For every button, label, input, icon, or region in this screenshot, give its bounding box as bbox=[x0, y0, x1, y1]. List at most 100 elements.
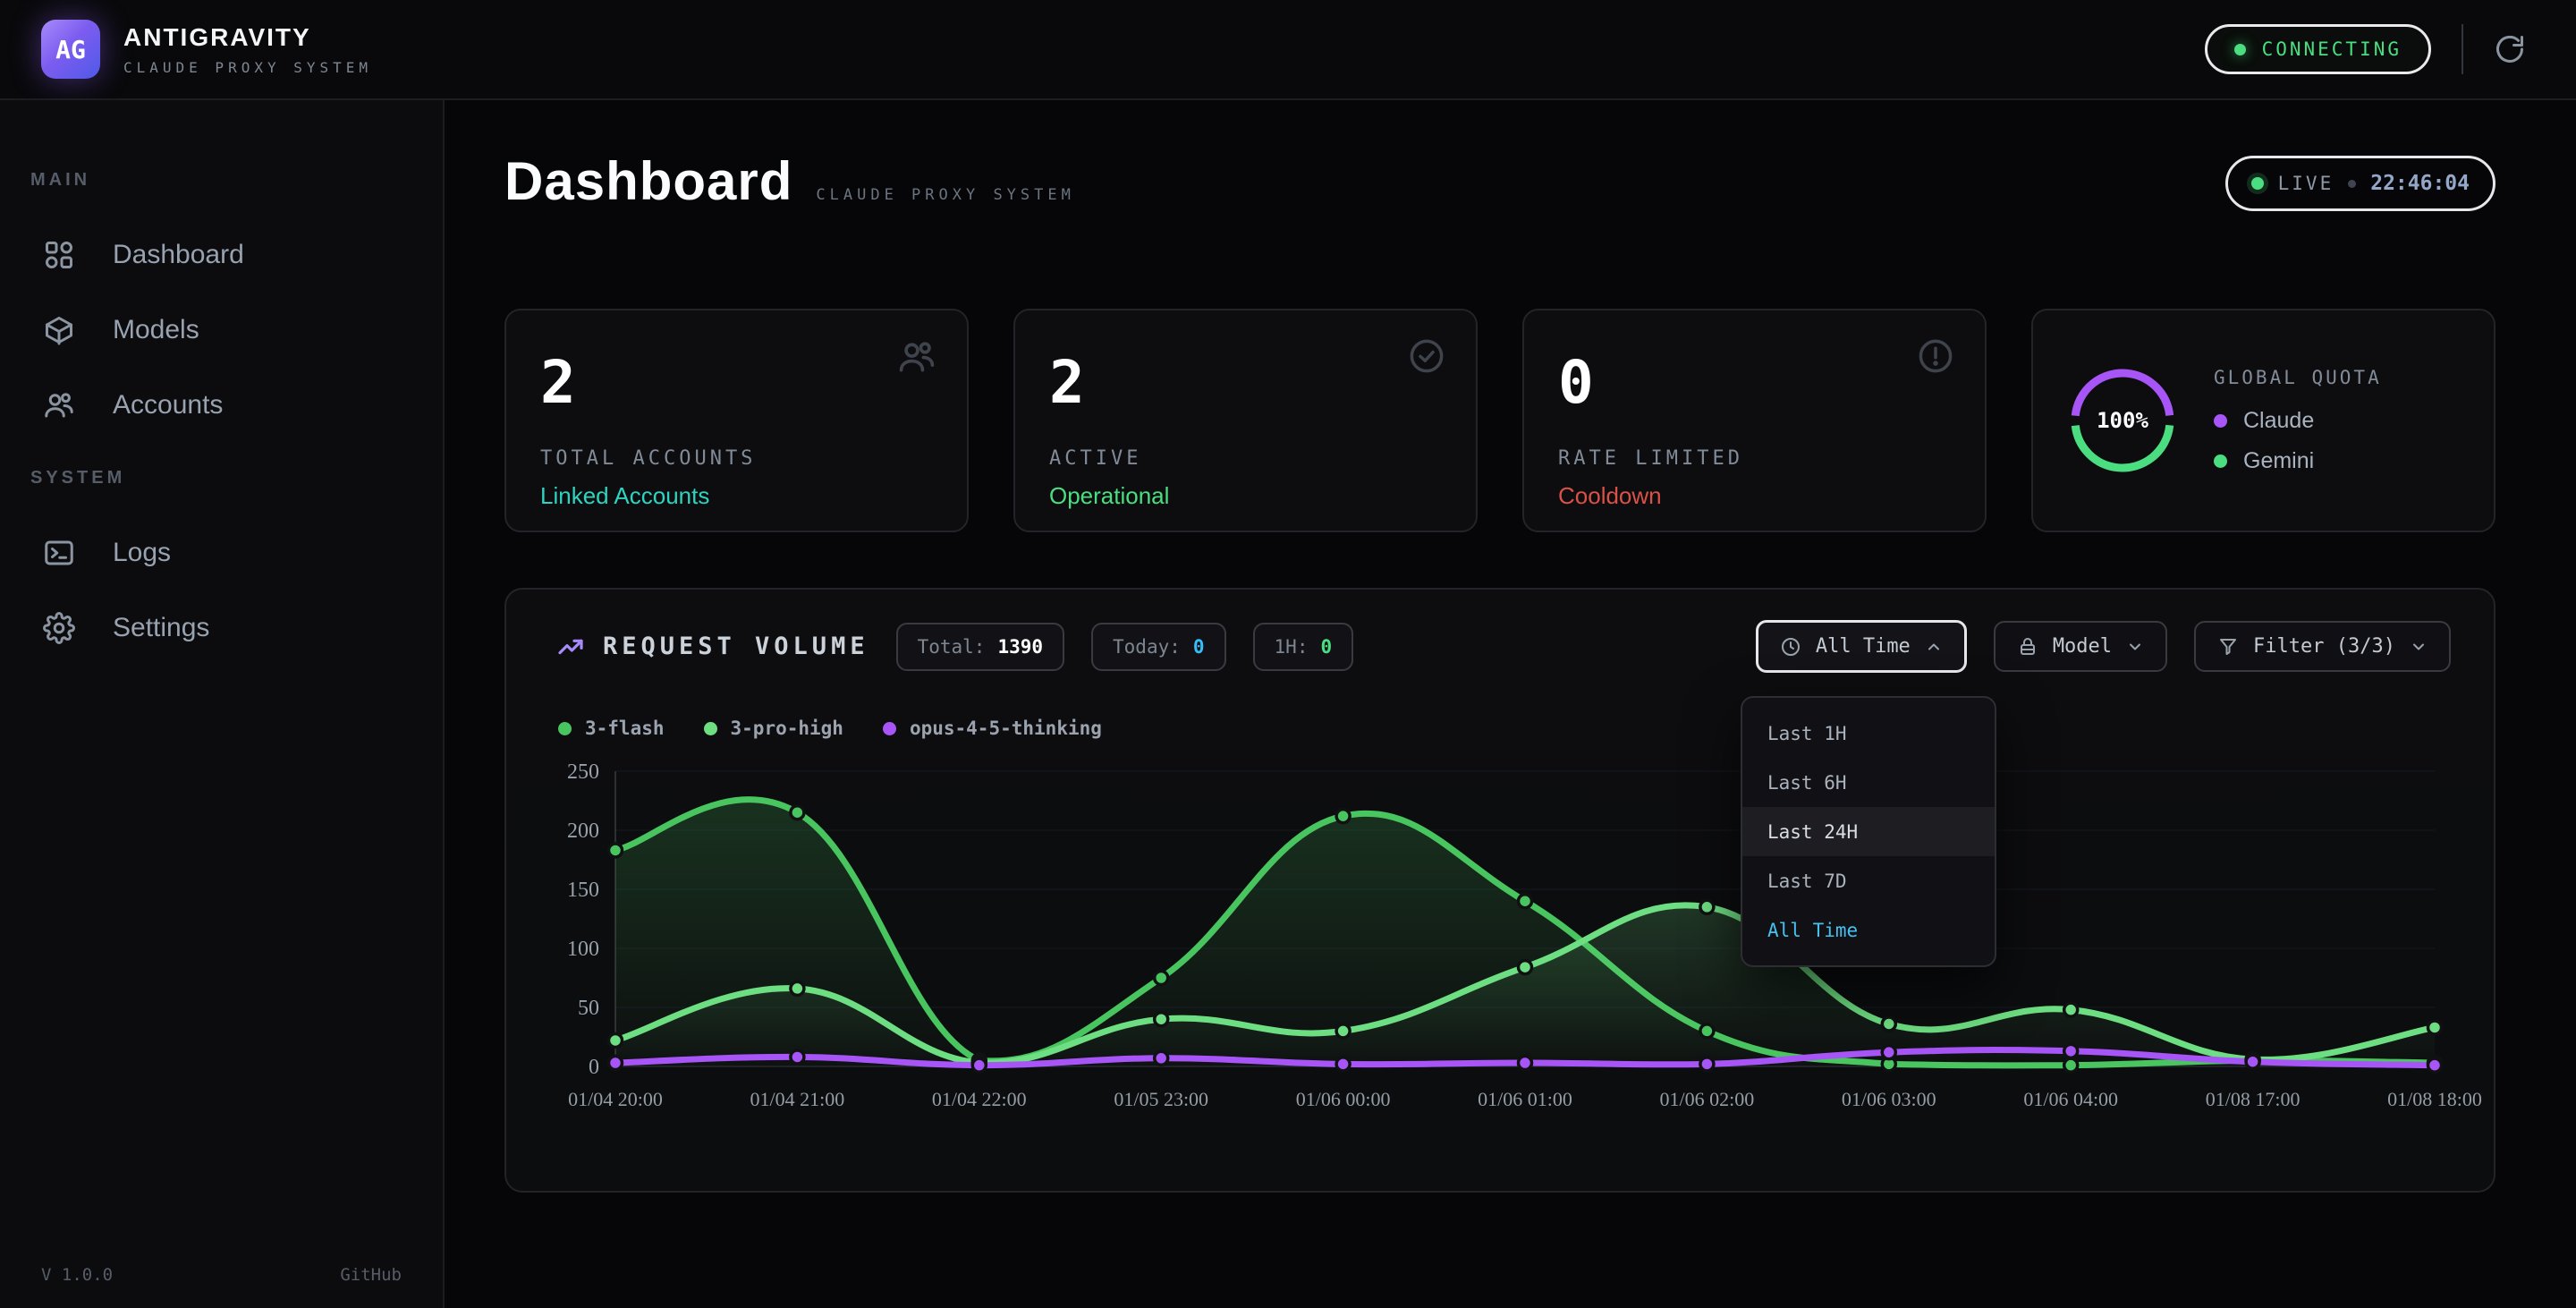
live-dot-icon bbox=[2251, 177, 2264, 190]
refresh-icon bbox=[2494, 33, 2526, 65]
app-title: ANTIGRAVITY bbox=[123, 23, 372, 52]
request-volume-panel: REQUEST VOLUME Total: 1390 Today: 0 1H: … bbox=[504, 588, 2496, 1193]
quota-ring: 100% bbox=[2067, 365, 2178, 476]
sidebar-section-label: SYSTEM bbox=[30, 468, 412, 488]
chip-value: 0 bbox=[1193, 636, 1205, 658]
legend-dot-icon bbox=[704, 722, 717, 735]
stat-sublabel: Cooldown bbox=[1558, 482, 1951, 510]
stat-value: 2 bbox=[540, 348, 933, 417]
github-link[interactable]: GitHub bbox=[340, 1265, 402, 1285]
chevron-down-icon bbox=[2126, 638, 2144, 656]
time-range-button[interactable]: All Time bbox=[1756, 620, 1967, 673]
funnel-icon bbox=[2217, 636, 2239, 658]
today-chip: Today: 0 bbox=[1091, 623, 1226, 671]
sidebar-item-settings[interactable]: Settings bbox=[30, 590, 412, 666]
svg-text:01/05 23:00: 01/05 23:00 bbox=[1114, 1088, 1208, 1110]
chip-label: Today: bbox=[1113, 636, 1181, 658]
card-total-accounts: 2 TOTAL ACCOUNTS Linked Accounts bbox=[504, 309, 969, 532]
users-icon bbox=[897, 337, 936, 377]
card-active: 2 ACTIVE Operational bbox=[1013, 309, 1478, 532]
quota-legend-label: Gemini bbox=[2243, 448, 2314, 474]
version-label: V 1.0.0 bbox=[41, 1265, 113, 1285]
legend-item[interactable]: 3-pro-high bbox=[704, 718, 843, 739]
users-icon bbox=[43, 389, 75, 421]
check-circle-icon bbox=[1408, 337, 1445, 375]
connection-status-badge: CONNECTING bbox=[2205, 24, 2431, 74]
sidebar-item-label: Accounts bbox=[113, 390, 223, 420]
chevron-down-icon bbox=[2410, 638, 2428, 656]
chip-value: 0 bbox=[1320, 636, 1332, 658]
legend-label: opus-4-5-thinking bbox=[910, 718, 1102, 739]
svg-text:100: 100 bbox=[567, 938, 599, 961]
page-subtitle: CLAUDE PROXY SYSTEM bbox=[816, 186, 1074, 204]
topbar-right: CONNECTING bbox=[2205, 24, 2526, 74]
filter-label: Filter (3/3) bbox=[2253, 635, 2395, 658]
sidebar: MAIN Dashboard Models Accounts bbox=[0, 100, 445, 1308]
svg-text:01/06 00:00: 01/06 00:00 bbox=[1296, 1088, 1391, 1110]
dropdown-item[interactable]: Last 6H bbox=[1742, 758, 1995, 807]
trending-up-icon bbox=[556, 633, 585, 661]
sidebar-section-label: MAIN bbox=[30, 170, 412, 191]
panel-title-wrap: REQUEST VOLUME bbox=[556, 633, 869, 661]
svg-text:50: 50 bbox=[578, 997, 599, 1020]
stat-cards-row: 2 TOTAL ACCOUNTS Linked Accounts 2 ACTIV… bbox=[504, 309, 2496, 532]
quota-legend-claude: Claude bbox=[2214, 408, 2382, 434]
clock-icon bbox=[1780, 636, 1801, 658]
svg-text:01/06 03:00: 01/06 03:00 bbox=[1842, 1088, 1936, 1110]
stat-value: 2 bbox=[1049, 348, 1442, 417]
sidebar-item-logs[interactable]: Logs bbox=[30, 515, 412, 590]
sidebar-item-accounts[interactable]: Accounts bbox=[30, 368, 412, 443]
quota-percent: 100% bbox=[2067, 365, 2178, 476]
quota-legend-label: Claude bbox=[2243, 408, 2314, 434]
app-subtitle: CLAUDE PROXY SYSTEM bbox=[123, 59, 372, 76]
brand-text: ANTIGRAVITY CLAUDE PROXY SYSTEM bbox=[123, 23, 372, 76]
cube-icon bbox=[43, 314, 75, 346]
alert-circle-icon bbox=[1917, 337, 1954, 375]
chip-value: 1390 bbox=[997, 636, 1043, 658]
legend-item[interactable]: opus-4-5-thinking bbox=[883, 718, 1102, 739]
sidebar-item-dashboard[interactable]: Dashboard bbox=[30, 217, 412, 293]
legend-dot-icon bbox=[558, 722, 572, 735]
page-title: Dashboard bbox=[504, 150, 792, 212]
chip-label: Total: bbox=[918, 636, 986, 658]
topbar-divider bbox=[2462, 24, 2463, 74]
legend-dot-icon bbox=[883, 722, 896, 735]
gear-icon bbox=[43, 612, 75, 644]
dropdown-item[interactable]: Last 1H bbox=[1742, 709, 1995, 758]
terminal-icon bbox=[43, 537, 75, 569]
live-clock: 22:46:04 bbox=[2370, 172, 2470, 195]
time-range-dropdown: Last 1HLast 6HLast 24HLast 7DAll Time bbox=[1741, 696, 1996, 967]
total-chip: Total: 1390 bbox=[896, 623, 1064, 671]
quota-label: GLOBAL QUOTA bbox=[2214, 367, 2382, 388]
sidebar-section-main: MAIN Dashboard Models Accounts bbox=[0, 170, 443, 443]
separator-dot-icon bbox=[2348, 180, 2356, 188]
svg-text:01/08 18:00: 01/08 18:00 bbox=[2387, 1088, 2482, 1110]
svg-text:01/06 02:00: 01/06 02:00 bbox=[1660, 1088, 1755, 1110]
sidebar-footer: V 1.0.0 GitHub bbox=[41, 1265, 402, 1285]
one-hour-chip: 1H: 0 bbox=[1253, 623, 1354, 671]
legend-label: 3-flash bbox=[585, 718, 665, 739]
sidebar-item-label: Logs bbox=[113, 538, 171, 568]
dropdown-item[interactable]: Last 24H bbox=[1742, 807, 1995, 856]
dropdown-item[interactable]: Last 7D bbox=[1742, 856, 1995, 905]
connection-status-label: CONNECTING bbox=[2262, 38, 2402, 60]
claude-dot-icon bbox=[2214, 414, 2227, 428]
topbar: AG ANTIGRAVITY CLAUDE PROXY SYSTEM CONNE… bbox=[0, 0, 2576, 100]
sidebar-item-models[interactable]: Models bbox=[30, 293, 412, 368]
chip-label: 1H: bbox=[1275, 636, 1309, 658]
svg-text:01/04 21:00: 01/04 21:00 bbox=[750, 1088, 845, 1110]
dropdown-item[interactable]: All Time bbox=[1742, 905, 1995, 955]
chart-area: 05010015020025001/04 20:0001/04 21:0001/… bbox=[547, 755, 2462, 1121]
refresh-button[interactable] bbox=[2494, 33, 2526, 65]
sidebar-item-label: Dashboard bbox=[113, 240, 244, 270]
brand: AG ANTIGRAVITY CLAUDE PROXY SYSTEM bbox=[41, 20, 372, 79]
chart-legend: 3-flash 3-pro-high opus-4-5-thinking bbox=[558, 718, 2462, 739]
card-global-quota: 100% GLOBAL QUOTA Claude Gemini bbox=[2031, 309, 2496, 532]
svg-text:250: 250 bbox=[567, 760, 599, 784]
gemini-dot-icon bbox=[2214, 454, 2227, 468]
filter-button[interactable]: Filter (3/3) bbox=[2194, 621, 2451, 672]
model-icon bbox=[2017, 636, 2038, 658]
legend-item[interactable]: 3-flash bbox=[558, 718, 665, 739]
model-filter-button[interactable]: Model bbox=[1994, 621, 2167, 672]
stat-sublabel: Linked Accounts bbox=[540, 482, 933, 510]
